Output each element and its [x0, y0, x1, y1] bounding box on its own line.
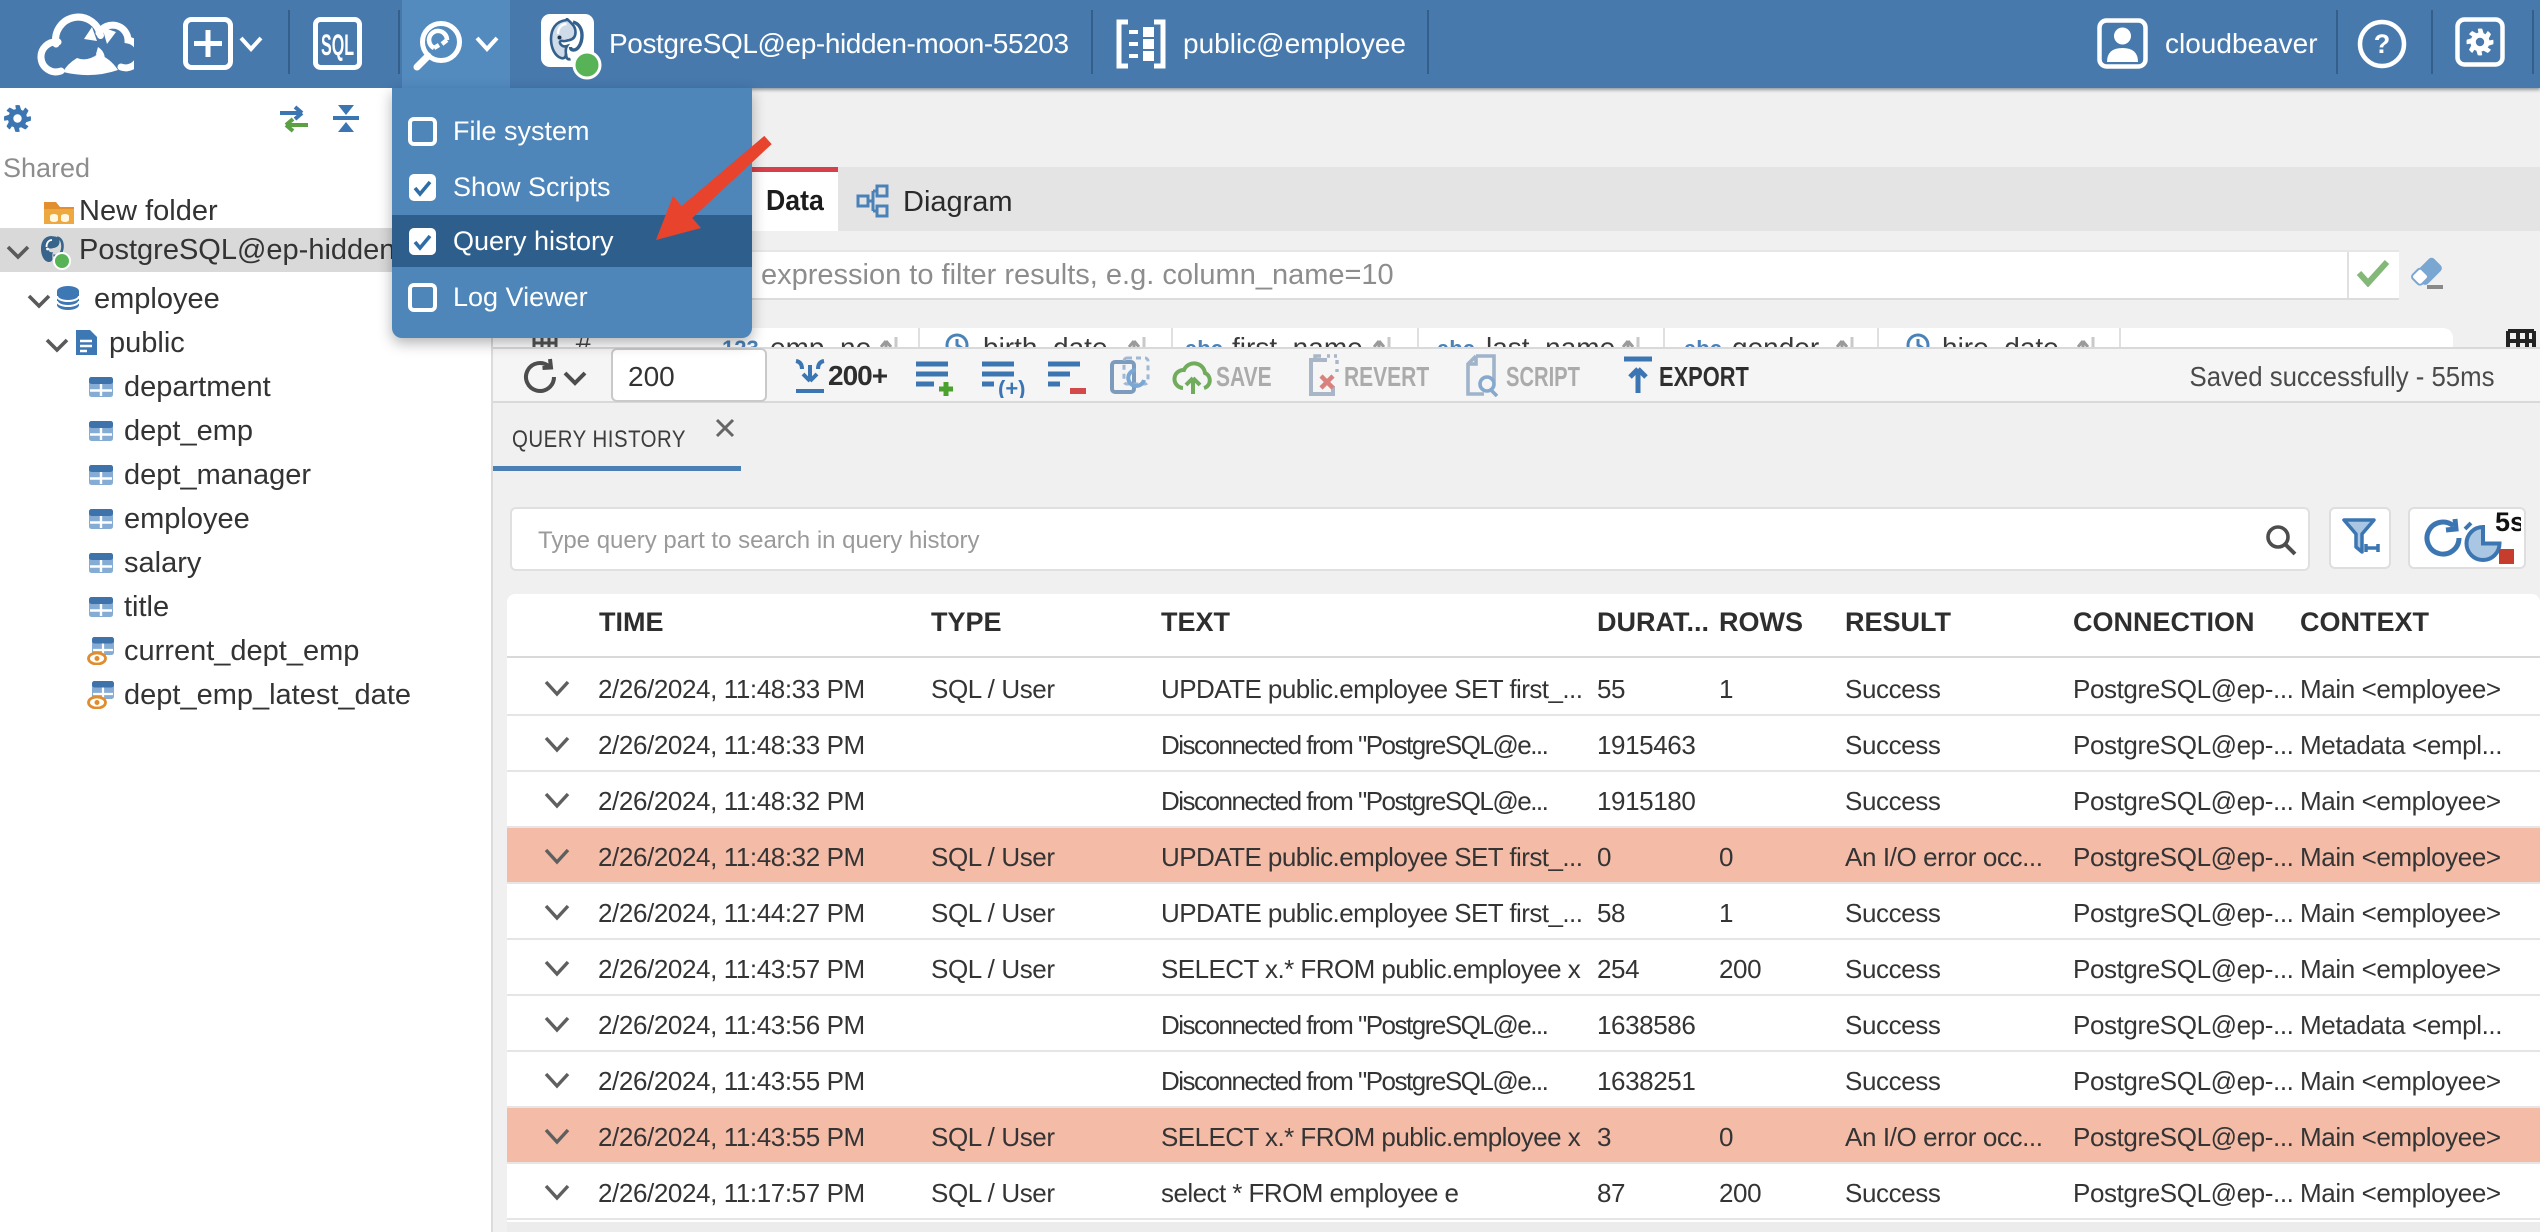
svg-text:SQL: SQL [321, 29, 354, 62]
svg-text:5s: 5s [2495, 511, 2521, 537]
svg-text:(+): (+) [998, 376, 1026, 398]
svg-text:?: ? [2374, 29, 2391, 59]
